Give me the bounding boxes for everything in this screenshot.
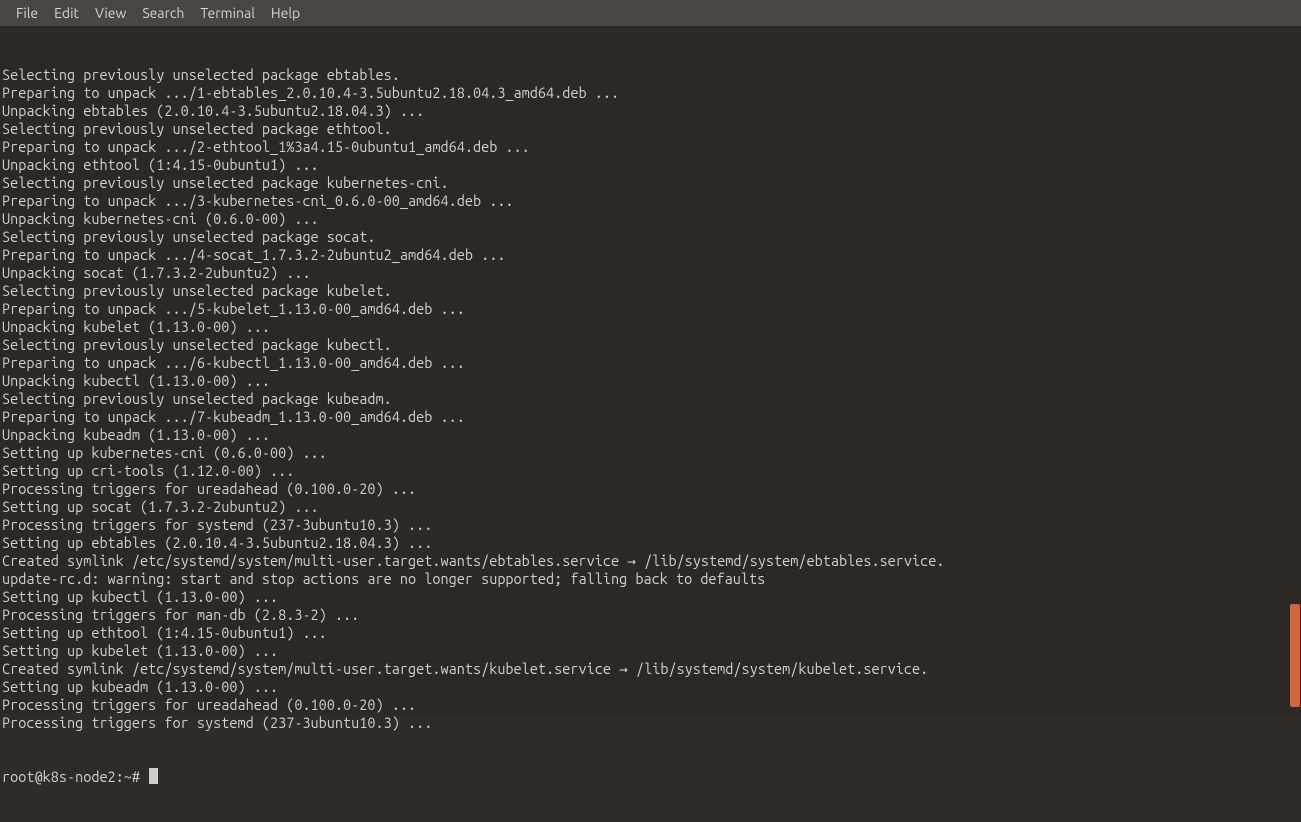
terminal-line: Selecting previously unselected package … — [2, 390, 1299, 408]
terminal-line: Preparing to unpack .../7-kubeadm_1.13.0… — [2, 408, 1299, 426]
menubar: File Edit View Search Terminal Help — [0, 0, 1301, 26]
terminal-viewport[interactable]: Selecting previously unselected package … — [0, 26, 1301, 714]
terminal-line: Created symlink /etc/systemd/system/mult… — [2, 552, 1299, 570]
terminal-line: Unpacking kubernetes-cni (0.6.0-00) ... — [2, 210, 1299, 228]
terminal-line: Processing triggers for systemd (237-3ub… — [2, 714, 1299, 732]
terminal-line: Unpacking kubeadm (1.13.0-00) ... — [2, 426, 1299, 444]
terminal-line: Setting up kubelet (1.13.0-00) ... — [2, 642, 1299, 660]
menu-file[interactable]: File — [8, 5, 46, 21]
terminal-line: Unpacking kubectl (1.13.0-00) ... — [2, 372, 1299, 390]
terminal-line: Selecting previously unselected package … — [2, 174, 1299, 192]
terminal-line: Setting up kubeadm (1.13.0-00) ... — [2, 678, 1299, 696]
terminal-line: Setting up socat (1.7.3.2-2ubuntu2) ... — [2, 498, 1299, 516]
terminal-line: update-rc.d: warning: start and stop act… — [2, 570, 1299, 588]
terminal-line: Selecting previously unselected package … — [2, 66, 1299, 84]
terminal-line: Processing triggers for systemd (237-3ub… — [2, 516, 1299, 534]
terminal-line: Setting up kubernetes-cni (0.6.0-00) ... — [2, 444, 1299, 462]
terminal-line: Preparing to unpack .../5-kubelet_1.13.0… — [2, 300, 1299, 318]
prompt-line[interactable]: root@k8s-node2:~# — [2, 768, 1299, 786]
terminal-line: Selecting previously unselected package … — [2, 282, 1299, 300]
terminal-line: Setting up kubectl (1.13.0-00) ... — [2, 588, 1299, 606]
terminal-line: Unpacking socat (1.7.3.2-2ubuntu2) ... — [2, 264, 1299, 282]
terminal-line: Preparing to unpack .../3-kubernetes-cni… — [2, 192, 1299, 210]
shell-prompt: root@k8s-node2:~# — [2, 768, 148, 786]
scrollbar-thumb[interactable] — [1290, 604, 1300, 707]
cursor-icon — [149, 768, 158, 784]
menu-terminal[interactable]: Terminal — [192, 5, 263, 21]
terminal-line: Preparing to unpack .../2-ethtool_1%3a4.… — [2, 138, 1299, 156]
terminal-output: Selecting previously unselected package … — [2, 66, 1299, 732]
terminal-line: Unpacking ethtool (1:4.15-0ubuntu1) ... — [2, 156, 1299, 174]
scrollbar-track[interactable] — [1289, 26, 1301, 714]
terminal-line: Preparing to unpack .../1-ebtables_2.0.1… — [2, 84, 1299, 102]
terminal-line: Selecting previously unselected package … — [2, 120, 1299, 138]
terminal-line: Setting up ebtables (2.0.10.4-3.5ubuntu2… — [2, 534, 1299, 552]
terminal-line: Processing triggers for man-db (2.8.3-2)… — [2, 606, 1299, 624]
terminal-line: Setting up cri-tools (1.12.0-00) ... — [2, 462, 1299, 480]
menu-search[interactable]: Search — [134, 5, 192, 21]
terminal-line: Selecting previously unselected package … — [2, 336, 1299, 354]
terminal-line: Setting up ethtool (1:4.15-0ubuntu1) ... — [2, 624, 1299, 642]
terminal-line: Processing triggers for ureadahead (0.10… — [2, 480, 1299, 498]
menu-view[interactable]: View — [87, 5, 134, 21]
terminal-line: Preparing to unpack .../4-socat_1.7.3.2-… — [2, 246, 1299, 264]
terminal-line: Unpacking kubelet (1.13.0-00) ... — [2, 318, 1299, 336]
menu-edit[interactable]: Edit — [46, 5, 87, 21]
terminal-line: Selecting previously unselected package … — [2, 228, 1299, 246]
terminal-line: Preparing to unpack .../6-kubectl_1.13.0… — [2, 354, 1299, 372]
menu-help[interactable]: Help — [263, 5, 308, 21]
terminal-line: Created symlink /etc/systemd/system/mult… — [2, 660, 1299, 678]
terminal-line: Unpacking ebtables (2.0.10.4-3.5ubuntu2.… — [2, 102, 1299, 120]
terminal-line: Processing triggers for ureadahead (0.10… — [2, 696, 1299, 714]
